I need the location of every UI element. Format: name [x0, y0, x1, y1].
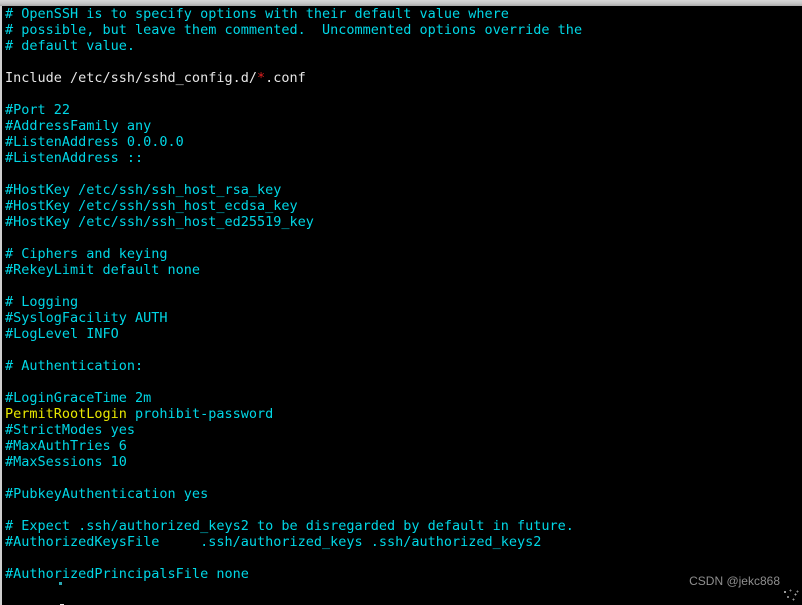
code-line: #MaxAuthTries 6 [3, 438, 799, 454]
code-token: PermitRootLogin [5, 406, 127, 422]
code-token: #HostKey /etc/ssh/ssh_host_rsa_key [5, 182, 282, 198]
code-token: #MaxSessions 10 [5, 454, 127, 470]
code-token: #PubkeyAuthentication yes [5, 486, 209, 502]
code-line: PermitRootLogin prohibit-password [3, 406, 799, 422]
code-token: #RekeyLimit default none [5, 262, 201, 278]
code-line: #PubkeyAuthentication yes [3, 486, 799, 502]
code-token: # Authentication: [5, 358, 144, 374]
code-token: # OpenSSH is to specify options with the… [5, 6, 509, 22]
code-line: #MaxSessions 10 [3, 454, 799, 470]
code-line: # default value. [3, 38, 799, 54]
code-line: #LoginGraceTime 2m [3, 390, 799, 406]
code-token: Include /etc/ssh/sshd_config.d/ [5, 70, 257, 86]
code-token: #ListenAddress 0.0.0.0 [5, 134, 184, 150]
code-token: #MaxAuthTries 6 [5, 438, 127, 454]
code-token: # possible, but leave them commented. Un… [5, 22, 583, 38]
code-line: # Logging [3, 294, 799, 310]
code-token: #AddressFamily any [5, 118, 152, 134]
code-line: #Port 22 [3, 102, 799, 118]
code-token: #LoginGraceTime 2m [5, 390, 152, 406]
code-line: #HostKey /etc/ssh/ssh_host_ecdsa_key [3, 198, 799, 214]
code-token: # default value. [5, 38, 136, 54]
code-token: #AuthorizedPrincipalsFile none [5, 566, 249, 582]
code-token: #StrictModes yes [5, 422, 136, 438]
code-token: * [256, 70, 266, 86]
code-line: #AddressFamily any [3, 118, 799, 134]
code-line: # Ciphers and keying [3, 246, 799, 262]
terminal-window: # OpenSSH is to specify options with the… [0, 0, 802, 605]
code-line: #AuthorizedKeysFile .ssh/authorized_keys… [3, 534, 799, 550]
code-line: # Authentication: [3, 358, 799, 374]
code-line: #HostKey /etc/ssh/ssh_host_ed25519_key [3, 214, 799, 230]
code-line: #StrictModes yes [3, 422, 799, 438]
window-left-border [0, 6, 2, 605]
code-line: #HostKey /etc/ssh/ssh_host_rsa_key [3, 182, 799, 198]
code-line: Include /etc/ssh/sshd_config.d/*.conf [3, 70, 799, 86]
code-token: #HostKey /etc/ssh/ssh_host_ecdsa_key [5, 198, 298, 214]
code-line: # possible, but leave them commented. Un… [3, 22, 799, 38]
code-line: #ListenAddress :: [3, 150, 799, 166]
code-line: #ListenAddress 0.0.0.0 [3, 134, 799, 150]
code-token: # Expect .ssh/authorized_keys2 to be dis… [5, 518, 574, 534]
code-line: #SyslogFacility AUTH [3, 310, 799, 326]
code-line: # OpenSSH is to specify options with the… [3, 6, 799, 22]
code-token: #LogLevel INFO [5, 326, 119, 342]
code-line: #LogLevel INFO [3, 326, 799, 342]
vim-status-line[interactable]: :wq [3, 584, 799, 605]
code-token: .conf [265, 70, 306, 86]
code-line: # Expect .ssh/authorized_keys2 to be dis… [3, 518, 799, 534]
vim-editor-buffer[interactable]: # OpenSSH is to specify options with the… [3, 6, 799, 582]
code-token: prohibit-password [126, 406, 274, 422]
code-token: #SyslogFacility AUTH [5, 310, 168, 326]
watermark-speckle-artifact [782, 589, 800, 603]
code-token: #Port 22 [5, 102, 71, 118]
code-token: #ListenAddress :: [5, 150, 144, 166]
code-line: #RekeyLimit default none [3, 262, 799, 278]
csdn-watermark: CSDN @jekc868 [689, 574, 780, 588]
code-token: #AuthorizedKeysFile .ssh/authorized_keys… [5, 534, 542, 550]
code-line: #AuthorizedPrincipalsFile none [3, 566, 799, 582]
code-token: # Logging [5, 294, 79, 310]
code-token: # Ciphers and keying [5, 246, 168, 262]
code-token: #HostKey /etc/ssh/ssh_host_ed25519_key [5, 214, 314, 230]
